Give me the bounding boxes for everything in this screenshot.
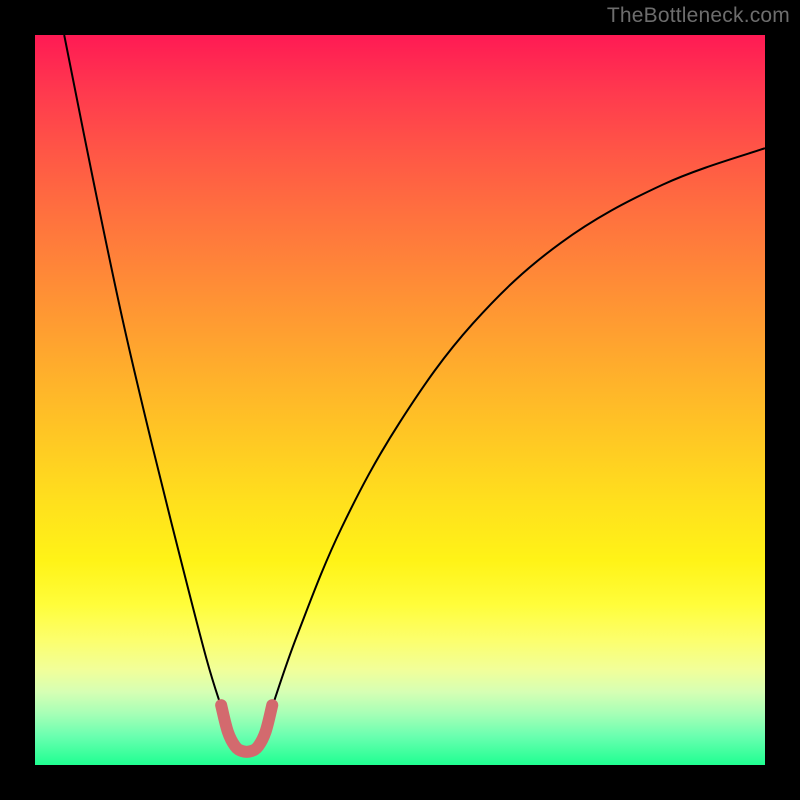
curve-right-ascent	[272, 148, 765, 706]
curve-left-descent	[64, 35, 221, 707]
watermark-text: TheBottleneck.com	[607, 4, 790, 28]
plot-area	[35, 35, 765, 765]
chart-frame: TheBottleneck.com	[0, 0, 800, 800]
curve-valley-highlight	[221, 705, 272, 752]
curve-layer	[35, 35, 765, 765]
